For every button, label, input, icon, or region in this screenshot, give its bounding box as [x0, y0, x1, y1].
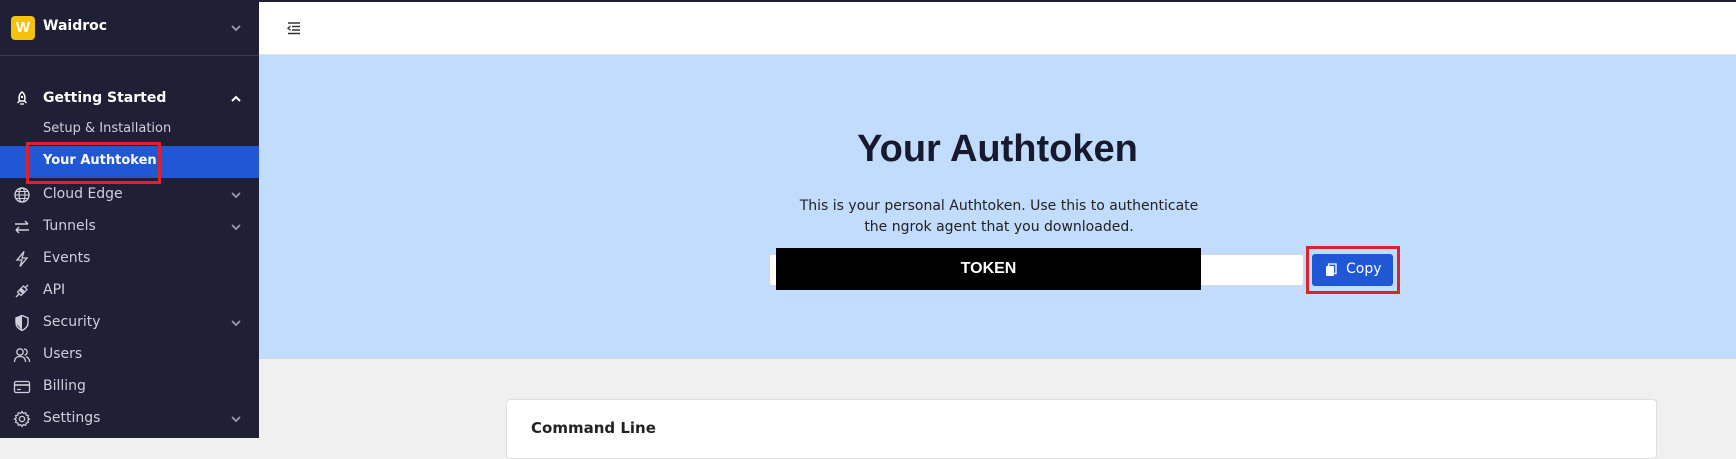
chevron-down-icon — [228, 315, 244, 331]
sidebar-item-label: Setup & Installation — [43, 121, 172, 136]
highlight-box — [26, 142, 161, 184]
org-logo: W — [11, 16, 35, 40]
chevron-down-icon — [228, 187, 244, 203]
gear-icon — [13, 410, 31, 428]
sidebar-item-label: Getting Started — [43, 90, 167, 106]
sidebar: W Waidroc Getting Started Setup & Instal… — [0, 0, 259, 438]
top-bar — [259, 0, 1736, 55]
sidebar-item-settings[interactable]: Settings — [0, 403, 259, 435]
card-title: Command Line — [531, 419, 656, 437]
org-name: Waidroc — [43, 18, 108, 34]
chevron-down-icon — [228, 20, 244, 36]
bolt-icon — [13, 250, 31, 268]
sidebar-item-tunnels[interactable]: Tunnels — [0, 211, 259, 243]
plug-icon — [13, 282, 31, 300]
authtoken-hero: Your Authtoken This is your personal Aut… — [259, 55, 1736, 359]
card-icon — [13, 378, 31, 396]
globe-icon — [13, 186, 31, 204]
sidebar-item-getting-started[interactable]: Getting Started — [0, 83, 259, 115]
chevron-down-icon — [228, 411, 244, 427]
arrows-icon — [13, 218, 31, 236]
sidebar-item-billing[interactable]: Billing — [0, 371, 259, 403]
token-redaction: TOKEN — [776, 248, 1201, 290]
sidebar-item-api[interactable]: API — [0, 275, 259, 307]
command-line-card: Command Line — [506, 399, 1657, 459]
chevron-down-icon — [228, 219, 244, 235]
sidebar-item-security[interactable]: Security — [0, 307, 259, 339]
sidebar-item-label: Tunnels — [43, 218, 96, 234]
sidebar-item-label: Events — [43, 250, 91, 266]
sidebar-item-users[interactable]: Users — [0, 339, 259, 371]
page-title: Your Authtoken — [857, 128, 1138, 170]
sidebar-item-label: Users — [43, 346, 83, 362]
users-icon — [13, 346, 31, 364]
sidebar-item-label: API — [43, 282, 66, 298]
sidebar-item-label: Settings — [43, 410, 101, 426]
shield-icon — [13, 314, 31, 332]
rocket-icon — [13, 90, 31, 108]
collapse-sidebar-icon[interactable] — [285, 19, 303, 37]
highlight-box — [1306, 246, 1400, 294]
sidebar-item-label: Cloud Edge — [43, 186, 123, 202]
authtoken-description: This is your personal Authtoken. Use thi… — [799, 198, 1199, 235]
sidebar-item-events[interactable]: Events — [0, 243, 259, 275]
sidebar-item-label: Billing — [43, 378, 86, 394]
org-switcher[interactable]: W Waidroc — [0, 0, 259, 56]
chevron-up-icon — [228, 91, 244, 107]
sidebar-item-label: Security — [43, 314, 101, 330]
